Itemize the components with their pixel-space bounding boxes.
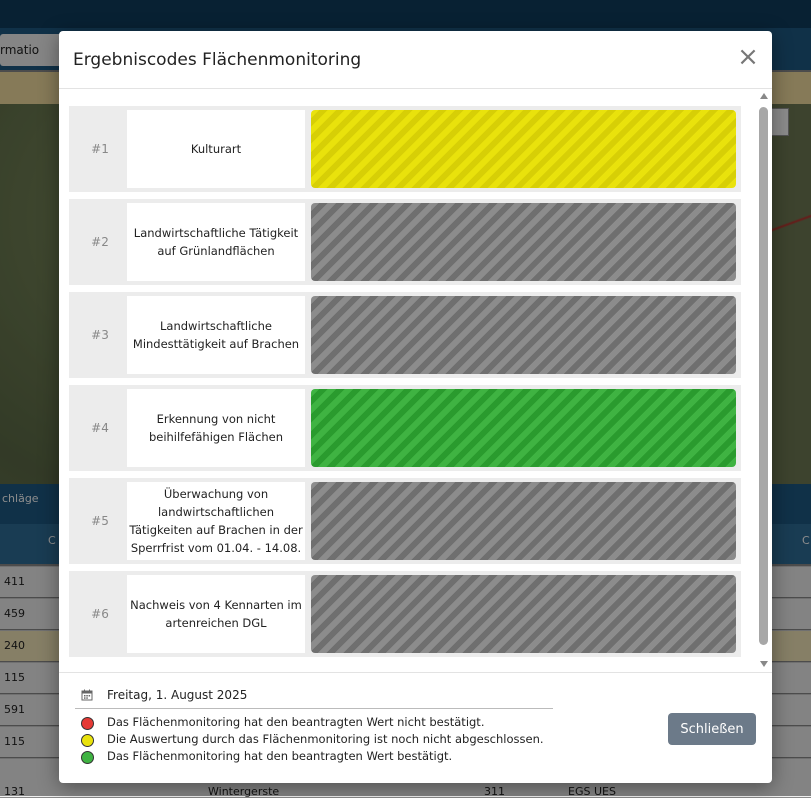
close-icon[interactable]: × xyxy=(736,44,760,71)
red-status-icon xyxy=(81,717,94,730)
dialog-footer: Freitag, 1. August 2025 Das Flächenmonit… xyxy=(59,672,772,783)
legend-text: Das Flächenmonitoring hat den beantragte… xyxy=(107,715,485,729)
result-row: #2 Landwirtschaftliche Tätigkeit auf Grü… xyxy=(69,199,741,285)
close-button[interactable]: Schließen xyxy=(668,713,756,745)
row-number: #1 xyxy=(91,142,109,156)
row-number: #4 xyxy=(91,421,109,435)
result-code-list[interactable]: #1 Kulturart #2 Landwirtschaftliche Täti… xyxy=(69,101,769,667)
result-row: #1 Kulturart xyxy=(69,106,741,192)
row-label: Nachweis von 4 Kennarten im artenreichen… xyxy=(127,575,305,653)
calendar-icon xyxy=(81,689,93,701)
scrollbar-thumb[interactable] xyxy=(759,107,768,645)
row-number: #3 xyxy=(91,328,109,342)
row-label: Landwirtschaftliche Tätigkeit auf Grünla… xyxy=(127,203,305,281)
status-bar-none xyxy=(311,296,736,374)
result-row: #3 Landwirtschaftliche Mindesttätigkeit … xyxy=(69,292,741,378)
status-bar-pending xyxy=(311,110,736,188)
scroll-down-icon[interactable] xyxy=(760,661,768,667)
dialog-header: Ergebniscodes Flächenmonitoring × xyxy=(59,31,772,89)
result-codes-dialog: Ergebniscodes Flächenmonitoring × #1 Kul… xyxy=(59,31,772,783)
footer-divider xyxy=(75,708,553,709)
result-row: #5 Überwachung von landwirtschaftlichen … xyxy=(69,478,741,564)
legend-text: Die Auswertung durch das Flächenmonitori… xyxy=(107,732,544,746)
row-label: Kulturart xyxy=(127,110,305,188)
scroll-up-icon[interactable] xyxy=(760,93,768,99)
status-bar-none xyxy=(311,482,736,560)
row-number: #6 xyxy=(91,607,109,621)
status-bar-none xyxy=(311,575,736,653)
row-label: Landwirtschaftliche Mindesttätigkeit auf… xyxy=(127,296,305,374)
result-row: #4 Erkennung von nicht beihilfefähigen F… xyxy=(69,385,741,471)
row-number: #5 xyxy=(91,514,109,528)
legend-text: Das Flächenmonitoring hat den beantragte… xyxy=(107,749,453,763)
result-row: #6 Nachweis von 4 Kennarten im artenreic… xyxy=(69,571,741,657)
vertical-scrollbar[interactable] xyxy=(758,93,770,667)
status-bar-none xyxy=(311,203,736,281)
result-date: Freitag, 1. August 2025 xyxy=(107,688,248,702)
dialog-title: Ergebniscodes Flächenmonitoring xyxy=(73,50,362,70)
row-number: #2 xyxy=(91,235,109,249)
row-label: Überwachung von landwirtschaftlichen Tät… xyxy=(127,482,305,560)
green-status-icon xyxy=(81,751,94,764)
row-label: Erkennung von nicht beihilfefähigen Fläc… xyxy=(127,389,305,467)
yellow-status-icon xyxy=(81,734,94,747)
status-bar-confirmed xyxy=(311,389,736,467)
